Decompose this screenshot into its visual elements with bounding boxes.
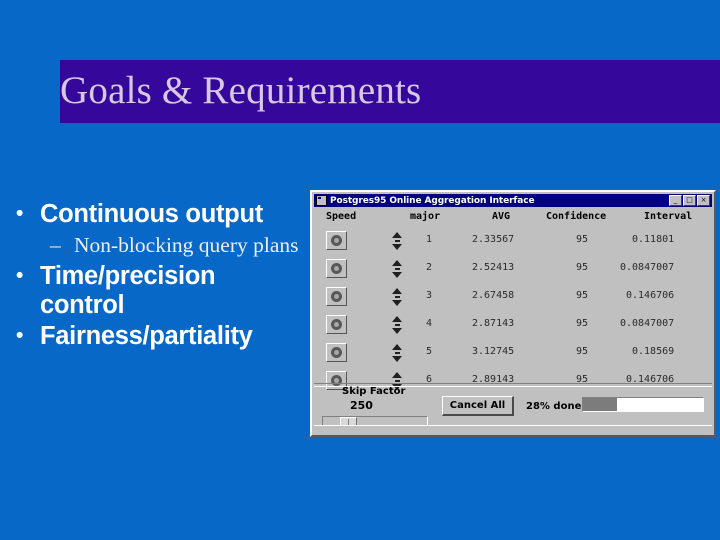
- cell-major: 3: [426, 290, 433, 301]
- table-row: 4 2.87143 95 0.0847007: [314, 312, 712, 340]
- progress-bar: [582, 397, 704, 412]
- app-window-title: Postgres95 Online Aggregation Interface: [330, 195, 535, 206]
- app-client-area: Speed major AVG Confidence Interval 1 2.…: [314, 208, 712, 433]
- minimize-icon[interactable]: _: [669, 195, 682, 206]
- app-titlebar: Postgres95 Online Aggregation Interface …: [314, 194, 712, 207]
- cell-confidence: 95: [576, 318, 589, 329]
- cell-confidence: 95: [576, 290, 589, 301]
- speed-knob-icon[interactable]: [326, 287, 347, 306]
- table-row: 2 2.52413 95 0.0847007: [314, 256, 712, 284]
- table-row: 3 2.67458 95 0.146706: [314, 284, 712, 312]
- control-panel: Skip Factor 250 Cancel All 28% done: [314, 383, 712, 433]
- table-body: 1 2.33567 95 0.11801 2 2.52413 95 0.0847…: [314, 228, 712, 396]
- cell-avg: 3.12745: [472, 346, 515, 357]
- progress-bar-fill: [583, 398, 617, 411]
- status-strip: [314, 425, 712, 433]
- bullet-continuous-output: Continuous output: [14, 199, 306, 229]
- table-header-row: Speed major AVG Confidence Interval: [314, 208, 712, 228]
- column-header-major: major: [410, 211, 441, 222]
- app-window: Postgres95 Online Aggregation Interface …: [310, 190, 716, 437]
- bullet-list: Continuous output Non-blocking query pla…: [14, 199, 306, 353]
- bullet-time-precision-control: Time/precision control: [14, 261, 306, 320]
- cell-major: 1: [426, 234, 433, 245]
- skip-factor-value: 250: [350, 399, 373, 412]
- major-spinner-icon[interactable]: [392, 259, 403, 279]
- cell-major: 2: [426, 262, 433, 273]
- window-buttons: _ □ ×: [669, 195, 711, 206]
- cell-interval: 0.0847007: [620, 262, 675, 273]
- column-header-speed: Speed: [326, 211, 357, 222]
- speed-knob-icon[interactable]: [326, 343, 347, 362]
- cell-confidence: 95: [576, 346, 589, 357]
- skip-factor-label: Skip Factor: [342, 386, 406, 397]
- app-icon: [316, 195, 327, 206]
- table-row: 1 2.33567 95 0.11801: [314, 228, 712, 256]
- speed-knob-icon[interactable]: [326, 315, 347, 334]
- cell-confidence: 95: [576, 262, 589, 273]
- cell-interval: 0.11801: [632, 234, 675, 245]
- cell-confidence: 95: [576, 234, 589, 245]
- sub-bullet-non-blocking-query-plans: Non-blocking query plans: [14, 233, 306, 258]
- major-spinner-icon[interactable]: [392, 231, 403, 251]
- cancel-all-button[interactable]: Cancel All: [442, 396, 514, 416]
- cell-avg: 2.52413: [472, 262, 515, 273]
- major-spinner-icon[interactable]: [392, 315, 403, 335]
- page-title: Goals & Requirements: [60, 69, 422, 112]
- cell-avg: 2.87143: [472, 318, 515, 329]
- column-header-avg: AVG: [492, 211, 511, 222]
- cell-avg: 2.33567: [472, 234, 515, 245]
- cell-avg: 2.67458: [472, 290, 515, 301]
- column-header-confidence: Confidence: [546, 211, 607, 222]
- cell-major: 5: [426, 346, 433, 357]
- column-header-interval: Interval: [644, 211, 693, 222]
- major-spinner-icon[interactable]: [392, 287, 403, 307]
- progress-label: 28% done: [526, 401, 582, 412]
- cell-interval: 0.0847007: [620, 318, 675, 329]
- slide: Goals & Requirements Continuous output N…: [0, 0, 720, 540]
- cell-major: 4: [426, 318, 433, 329]
- cell-interval: 0.146706: [626, 290, 675, 301]
- title-band: Goals & Requirements: [60, 60, 720, 123]
- bullet-fairness-partiality: Fairness/partiality: [14, 321, 306, 351]
- speed-knob-icon[interactable]: [326, 259, 347, 278]
- speed-knob-icon[interactable]: [326, 231, 347, 250]
- maximize-icon[interactable]: □: [683, 195, 696, 206]
- table-row: 5 3.12745 95 0.18569: [314, 340, 712, 368]
- close-icon[interactable]: ×: [697, 195, 710, 206]
- major-spinner-icon[interactable]: [392, 343, 403, 363]
- cell-interval: 0.18569: [632, 346, 675, 357]
